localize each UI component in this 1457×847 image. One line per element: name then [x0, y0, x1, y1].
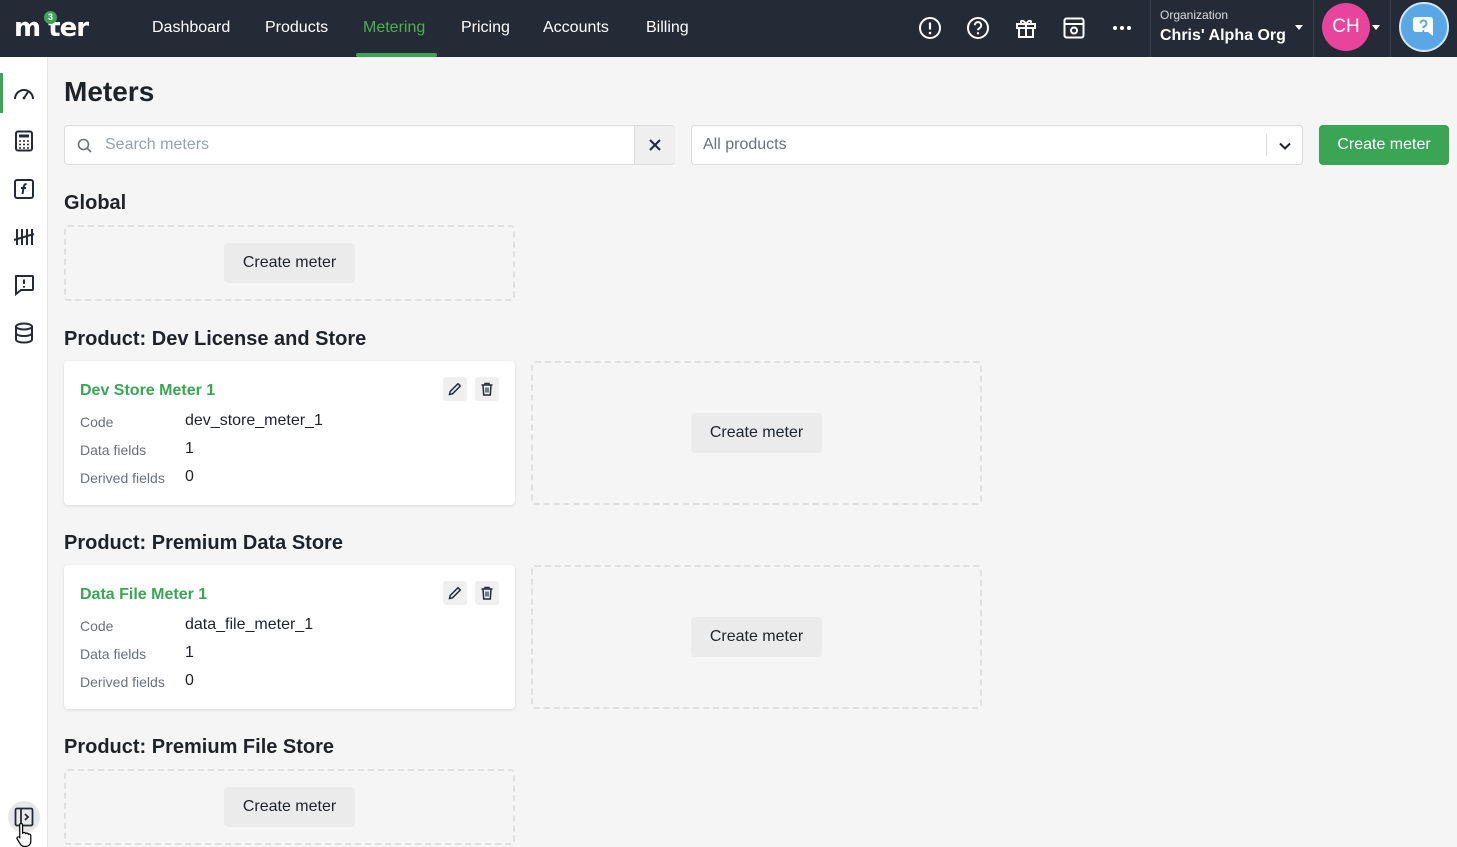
nav-dashboard[interactable]: Dashboard	[152, 0, 230, 57]
section-title-dev-license: Product: Dev License and Store	[64, 328, 367, 350]
trash-icon	[481, 586, 493, 600]
page-title: Meters	[64, 76, 155, 107]
gift-icon[interactable]	[1014, 16, 1038, 40]
create-meter-premium-file-button[interactable]: Create meter	[224, 787, 355, 827]
create-meter-placeholder: Create meter	[531, 361, 982, 505]
meter-card-data-file: Data File Meter 1 Code data_file_meter_1…	[64, 565, 515, 709]
create-meter-premium-data-button[interactable]: Create meter	[691, 617, 822, 657]
create-meter-dev-button[interactable]: Create meter	[691, 413, 822, 453]
nav-accounts[interactable]: Accounts	[543, 0, 609, 57]
product-filter-select[interactable]: All products	[691, 125, 1303, 165]
tally-icon	[13, 229, 35, 245]
feedback-icon	[14, 275, 34, 297]
nav-products[interactable]: Products	[265, 0, 328, 57]
create-meter-global-button[interactable]: Create meter	[224, 243, 355, 283]
data-fields-value: 1	[185, 440, 194, 457]
organization-switcher[interactable]: Organization Chris' Alpha Org	[1150, 0, 1314, 57]
sidebar-item-database[interactable]	[0, 313, 48, 353]
nav-billing[interactable]: Billing	[646, 0, 689, 57]
code-label: Code	[80, 618, 114, 634]
sidebar	[0, 57, 48, 847]
trash-icon	[481, 382, 493, 396]
edit-meter-button[interactable]	[443, 581, 467, 605]
mouse-cursor-icon	[16, 822, 36, 847]
database-icon	[15, 322, 33, 344]
delete-meter-button[interactable]	[475, 377, 499, 401]
data-fields-label: Data fields	[80, 646, 147, 662]
nav-pricing[interactable]: Pricing	[461, 0, 510, 57]
gauge-icon	[14, 89, 34, 100]
data-fields-label: Data fields	[80, 442, 147, 458]
meter-name-link[interactable]: Data File Meter 1	[80, 586, 207, 604]
derived-fields-label: Derived fields	[80, 674, 165, 690]
create-meter-placeholder: Create meter	[64, 769, 515, 845]
create-meter-button[interactable]: Create meter	[1319, 125, 1449, 165]
support-chat-icon	[1399, 2, 1449, 52]
calculator-icon	[15, 130, 33, 152]
meter-logo[interactable]: m ter 3	[14, 11, 89, 42]
derived-fields-value: 0	[185, 468, 194, 485]
support-chat-button[interactable]	[1390, 0, 1457, 57]
alert-icon[interactable]	[918, 16, 942, 40]
data-fields-value: 1	[185, 644, 194, 661]
edit-meter-button[interactable]	[443, 377, 467, 401]
pencil-icon	[448, 586, 462, 600]
sidebar-item-feedback[interactable]	[0, 265, 48, 305]
more-options-icon[interactable]	[1110, 16, 1134, 40]
product-filter-value: All products	[703, 136, 787, 153]
pencil-icon	[448, 382, 462, 396]
chevron-down-icon	[1295, 25, 1303, 30]
search-input[interactable]	[105, 126, 625, 164]
sidebar-item-tally[interactable]	[0, 217, 48, 257]
section-title-global: Global	[64, 192, 127, 214]
derived-fields-value: 0	[185, 672, 194, 689]
organization-label: Organization	[1160, 8, 1229, 22]
delete-meter-button[interactable]	[475, 581, 499, 605]
sidebar-item-metering[interactable]	[0, 73, 48, 113]
settings-scan-icon[interactable]	[1062, 16, 1086, 40]
search-box	[64, 125, 675, 165]
user-avatar[interactable]: CH	[1322, 3, 1370, 51]
chevron-down-icon	[1279, 142, 1291, 150]
create-meter-placeholder: Create meter	[64, 225, 515, 301]
help-icon[interactable]	[966, 16, 990, 40]
meter-card-dev-store: Dev Store Meter 1 Code dev_store_meter_1…	[64, 361, 515, 505]
logo-superscript: 3	[44, 11, 57, 24]
derived-fields-label: Derived fields	[80, 470, 165, 486]
close-icon	[649, 139, 661, 151]
code-label: Code	[80, 414, 114, 430]
meter-name-link[interactable]: Dev Store Meter 1	[80, 382, 215, 400]
clear-search-button[interactable]	[634, 126, 675, 164]
sidebar-item-functions[interactable]	[0, 169, 48, 209]
code-value: dev_store_meter_1	[185, 412, 323, 429]
organization-name: Chris' Alpha Org	[1160, 27, 1286, 44]
search-icon	[77, 138, 92, 153]
code-value: data_file_meter_1	[185, 616, 314, 633]
section-title-premium-data: Product: Premium Data Store	[64, 532, 343, 554]
select-divider	[1266, 134, 1267, 156]
sidebar-active-indicator	[0, 73, 3, 113]
section-title-premium-file: Product: Premium File Store	[64, 736, 335, 758]
create-meter-placeholder: Create meter	[531, 565, 982, 709]
top-navigation-bar: m ter 3 Dashboard Products Metering Pric…	[0, 0, 1457, 57]
sidebar-item-calculator[interactable]	[0, 121, 48, 161]
chevron-down-icon[interactable]	[1372, 25, 1380, 30]
active-nav-indicator	[356, 53, 437, 57]
nav-metering[interactable]: Metering	[363, 0, 425, 57]
function-icon	[14, 179, 34, 199]
